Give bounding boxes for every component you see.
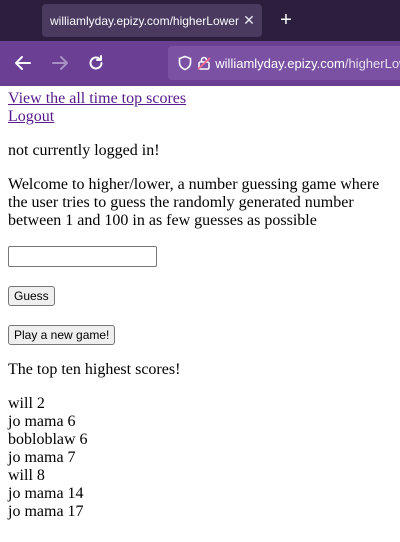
url-text: williamlyday.epizy.com/higherLower: [215, 56, 400, 71]
guess-input[interactable]: [8, 246, 157, 267]
new-game-button[interactable]: Play a new game!: [8, 325, 116, 345]
url-host: williamlyday.epizy.com: [215, 55, 345, 71]
scores-heading: The top ten highest scores!: [8, 361, 181, 378]
logout-link[interactable]: Logout: [8, 108, 392, 126]
back-icon[interactable]: [10, 50, 36, 76]
shield-icon[interactable]: [176, 52, 194, 74]
scores-list: will 2 jo mama 6 bobloblaw 6 jo mama 7 w…: [8, 395, 392, 521]
page-content: View the all time top scores Logout not …: [0, 86, 400, 521]
score-item: jo mama 7: [8, 449, 76, 466]
score-item: will 2: [8, 395, 45, 412]
close-icon[interactable]: ✕: [242, 12, 256, 29]
insecure-lock-icon[interactable]: [196, 52, 214, 74]
reload-icon[interactable]: [83, 50, 109, 76]
forward-icon[interactable]: [47, 50, 73, 76]
url-path: /higherLower: [344, 55, 400, 71]
score-item: jo mama 14: [8, 485, 84, 502]
top-scores-link[interactable]: View the all time top scores: [8, 90, 392, 108]
login-status: not currently logged in!: [8, 142, 160, 159]
score-item: bobloblaw 6: [8, 431, 88, 448]
guess-button[interactable]: Guess: [8, 286, 55, 306]
url-bar[interactable]: williamlyday.epizy.com/higherLower: [168, 46, 400, 80]
tab-title: williamlyday.epizy.com/higherLower: [50, 13, 239, 28]
score-item: jo mama 17: [8, 503, 84, 520]
score-item: jo mama 6: [8, 413, 76, 430]
browser-tab[interactable]: williamlyday.epizy.com/higherLower ✕: [42, 4, 262, 37]
score-item: will 8: [8, 467, 45, 484]
browser-tab-bar: williamlyday.epizy.com/higherLower ✕ +: [0, 0, 400, 41]
new-tab-button[interactable]: +: [275, 9, 297, 31]
browser-nav-bar: williamlyday.epizy.com/higherLower: [0, 41, 400, 86]
welcome-text: Welcome to higher/lower, a number guessi…: [8, 176, 380, 229]
